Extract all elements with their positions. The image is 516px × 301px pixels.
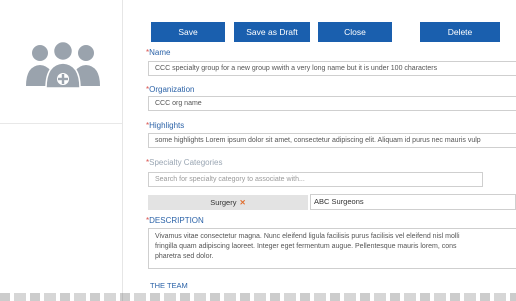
name-label-text: Name [149,48,171,57]
highlights-label-text: Highlights [149,121,185,130]
description-line: fringilla quam adipiscing laoreet. Integ… [155,243,457,250]
description-line: pharetra sed dolor. [155,253,214,260]
team-section-label: THE TEAM [150,281,188,290]
main-form: Save Save as Draft Close Delete *Name CC… [134,0,516,301]
name-field[interactable]: CCC specialty group for a new group wwit… [148,61,516,76]
specialty-tag: Surgery ✕ [148,195,308,210]
description-line: Vivamus vitae consectetur magna. Nunc el… [155,233,460,240]
description-label: *DESCRIPTION [146,216,204,225]
specialty-category-search-input[interactable]: Search for specialty category to associa… [148,172,483,187]
blurred-content-row [0,293,516,301]
organization-label-text: Organization [149,85,195,94]
close-button[interactable]: Close [318,22,392,42]
specialty-categories-label-text: Specialty Categories [149,158,223,167]
description-label-text: DESCRIPTION [149,216,204,225]
description-textarea[interactable]: Vivamus vitae consectetur magna. Nunc el… [148,228,516,269]
subcategory-field[interactable]: ABC Surgeons [310,194,516,210]
specialty-tag-label: Surgery [210,198,237,207]
highlights-field[interactable]: some highlights Lorem ipsum dolor sit am… [148,133,516,148]
panel-divider [0,123,122,124]
group-add-icon [26,40,100,88]
save-button[interactable]: Save [151,22,225,42]
organization-field[interactable]: CCC org name [148,96,516,111]
delete-button[interactable]: Delete [420,22,500,42]
save-as-draft-button[interactable]: Save as Draft [234,22,310,42]
highlights-label: *Highlights [146,121,184,130]
name-label: *Name [146,48,170,57]
remove-tag-icon[interactable]: ✕ [239,198,245,207]
organization-label: *Organization [146,85,194,94]
left-panel [0,0,123,301]
specialty-categories-label: *Specialty Categories [146,158,223,167]
